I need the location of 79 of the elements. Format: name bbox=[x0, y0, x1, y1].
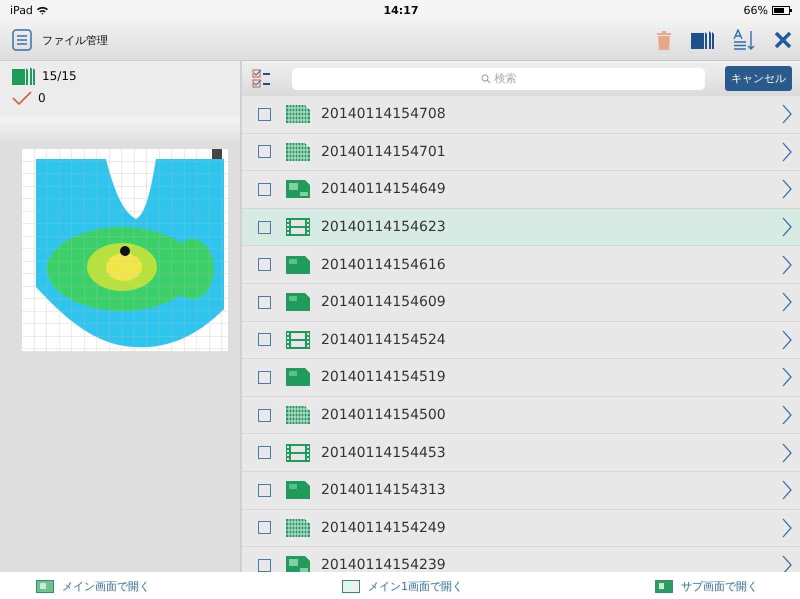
checkbox[interactable] bbox=[258, 145, 271, 158]
file-name: 20140114154313 bbox=[321, 482, 447, 498]
chevron-icon[interactable] bbox=[782, 104, 792, 124]
checkbox[interactable] bbox=[258, 521, 271, 534]
file-name: 20140114154249 bbox=[321, 520, 447, 536]
checkbox[interactable] bbox=[258, 220, 271, 234]
screen-icon bbox=[342, 580, 360, 592]
film-icon bbox=[285, 330, 311, 350]
document-icon bbox=[285, 292, 311, 312]
grid-file-icon bbox=[285, 405, 311, 426]
chevron-icon[interactable] bbox=[782, 442, 792, 463]
checkbox[interactable] bbox=[258, 408, 271, 422]
file-name: 20140114154609 bbox=[321, 294, 447, 310]
grid-file-icon bbox=[285, 142, 311, 162]
file-name: 20140114154453 bbox=[321, 444, 447, 461]
file-row[interactable]: 20140114154524 bbox=[242, 322, 800, 360]
file-name: 20140114154701 bbox=[321, 144, 447, 160]
clock: 14:17 bbox=[383, 4, 418, 16]
file-name: 20140114154524 bbox=[321, 332, 447, 348]
checkbox[interactable] bbox=[258, 333, 271, 346]
screen-icon bbox=[655, 580, 673, 592]
file-name: 20140114154616 bbox=[321, 256, 447, 273]
grid-file-icon bbox=[285, 104, 311, 124]
chevron-icon[interactable] bbox=[782, 518, 792, 538]
checkmark-icon bbox=[12, 91, 32, 105]
file-count: 15/15 bbox=[42, 69, 77, 83]
file-name: 20140114154519 bbox=[321, 369, 447, 386]
file-row[interactable]: 20140114154701 bbox=[242, 134, 800, 172]
file-row[interactable]: 20140114154249 bbox=[242, 510, 800, 548]
open-button[interactable]: サブ画面で開く bbox=[653, 576, 760, 596]
search-icon bbox=[480, 74, 490, 84]
device-name: iPad bbox=[10, 4, 33, 16]
document-icon bbox=[285, 367, 311, 388]
chevron-icon[interactable] bbox=[782, 179, 792, 200]
checkbox[interactable] bbox=[258, 484, 271, 497]
battery-icon bbox=[772, 6, 792, 14]
file-name: 20140114154708 bbox=[321, 106, 447, 122]
checkbox[interactable] bbox=[258, 558, 271, 572]
wifi-icon bbox=[36, 6, 48, 14]
chevron-icon[interactable] bbox=[782, 367, 792, 388]
chevron-icon[interactable] bbox=[782, 405, 792, 426]
chevron-icon[interactable] bbox=[782, 555, 792, 572]
open-button[interactable]: メイン画面で開く bbox=[34, 576, 152, 596]
file-name: 20140114154649 bbox=[321, 181, 447, 198]
document-icon bbox=[285, 254, 311, 275]
grid-file-icon bbox=[285, 518, 311, 538]
checked-count: 0 bbox=[38, 91, 46, 105]
file-row[interactable]: 20140114154623 bbox=[242, 208, 800, 246]
open-button[interactable]: メイン1画面で開く bbox=[340, 576, 465, 596]
file-name: 20140114154500 bbox=[321, 407, 447, 424]
file-name: 20140114154239 bbox=[321, 557, 447, 572]
screen-title: ファイル管理 bbox=[42, 32, 109, 48]
file-name: 20140114154623 bbox=[321, 219, 447, 236]
checklist-icon[interactable] bbox=[252, 68, 272, 88]
chevron-icon[interactable] bbox=[782, 330, 792, 350]
chevron-icon[interactable] bbox=[782, 292, 792, 312]
film-icon bbox=[285, 217, 311, 238]
image-file-icon bbox=[285, 555, 311, 572]
chevron-icon[interactable] bbox=[782, 254, 792, 275]
folders-icon bbox=[12, 67, 36, 85]
chevron-icon[interactable] bbox=[782, 142, 792, 162]
checkbox[interactable] bbox=[258, 258, 271, 272]
chevron-icon[interactable] bbox=[782, 217, 792, 238]
screen-icon bbox=[36, 580, 54, 592]
menu-icon[interactable] bbox=[12, 29, 32, 51]
close-icon[interactable] bbox=[774, 31, 792, 49]
chevron-icon[interactable] bbox=[782, 480, 792, 500]
checkbox[interactable] bbox=[258, 446, 271, 460]
image-file-icon bbox=[285, 179, 311, 200]
sort-icon[interactable] bbox=[732, 29, 756, 51]
checkbox[interactable] bbox=[258, 370, 271, 384]
checkbox[interactable] bbox=[258, 108, 271, 121]
cancel-button[interactable]: キャンセル bbox=[725, 66, 792, 91]
checkbox[interactable] bbox=[258, 296, 271, 309]
document-icon bbox=[285, 480, 311, 500]
checkbox[interactable] bbox=[258, 182, 271, 196]
folders-icon[interactable] bbox=[690, 30, 714, 50]
film-icon bbox=[285, 442, 311, 463]
battery-percent: 66% bbox=[744, 4, 768, 16]
